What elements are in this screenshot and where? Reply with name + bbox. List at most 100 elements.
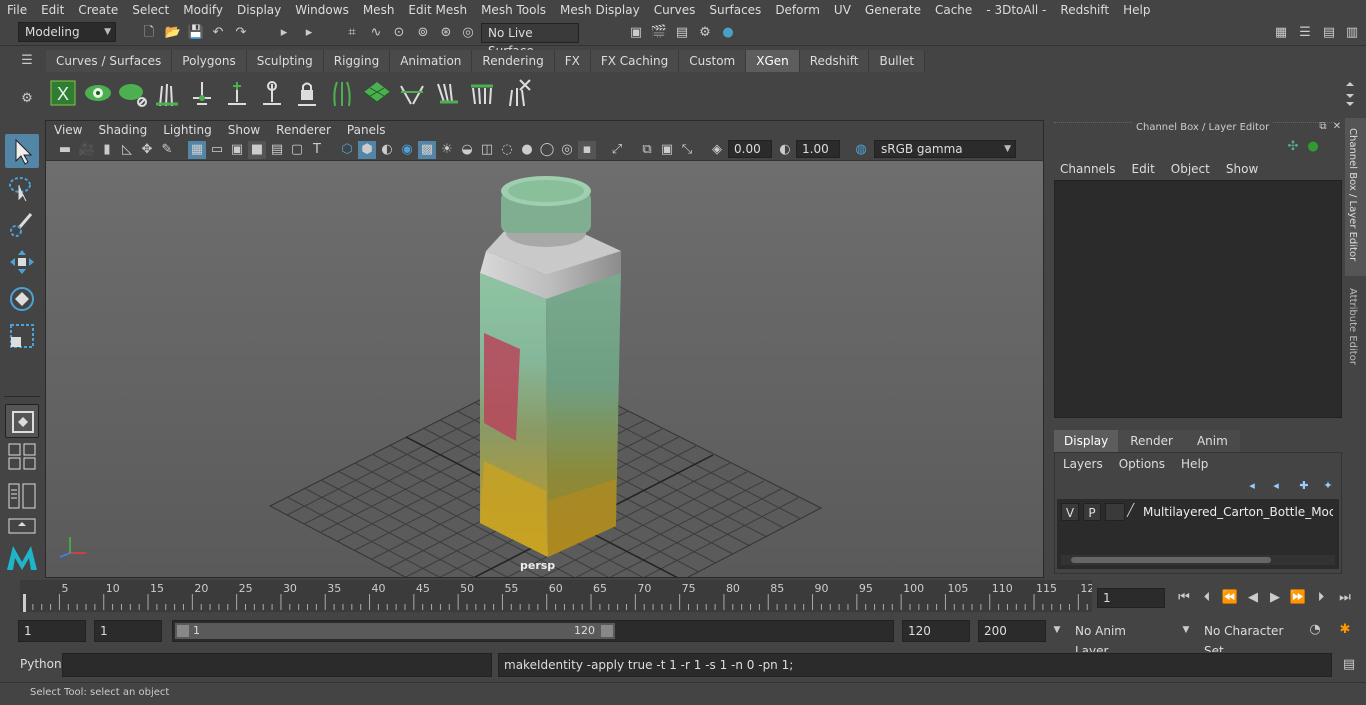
gear-icon[interactable]: ⚙ [18, 90, 36, 108]
paint-select-tool-button[interactable] [5, 208, 39, 242]
menu-redshift[interactable]: Redshift [1053, 0, 1116, 20]
ipr-render-icon[interactable]: ▤ [673, 24, 691, 42]
menu-generate[interactable]: Generate [858, 0, 928, 20]
open-scene-icon[interactable]: 📂 [164, 24, 182, 42]
xgen-mesh-icon[interactable] [362, 78, 392, 108]
channel-box-list[interactable] [1054, 180, 1342, 418]
guides-to-curves-icon[interactable] [327, 78, 357, 108]
snap-grid-icon[interactable]: ⌗ [343, 24, 361, 42]
layer-color-icon[interactable]: ╱ [1127, 503, 1139, 521]
scene-end-field[interactable]: 200 [978, 620, 1046, 642]
tab-attribute-editor[interactable]: Attribute Editor [1345, 280, 1366, 380]
new-scene-icon[interactable]: 🗋 [140, 24, 158, 42]
layer-name[interactable]: Multilayered_Carton_Bottle_Mockup_ [1143, 505, 1333, 519]
menu-mesh-tools[interactable]: Mesh Tools [474, 0, 553, 20]
exposure-field[interactable]: 0.00 [728, 140, 772, 158]
live-surface-field[interactable]: No Live Surface [481, 23, 579, 58]
menu-layers[interactable]: Layers [1063, 457, 1103, 471]
layer-row[interactable]: V P ╱ Multilayered_Carton_Bottle_Mockup_ [1057, 501, 1339, 523]
move-layer-up-icon[interactable]: ◂ [1243, 477, 1261, 495]
range-handle[interactable]: 1 120 [175, 623, 615, 639]
menu-display[interactable]: Display [230, 0, 288, 20]
go-to-end-icon[interactable]: ⏭ [1336, 589, 1354, 607]
vp-menu-show[interactable]: Show [220, 121, 268, 139]
xgen-preview-icon[interactable] [83, 78, 113, 108]
menu-layer-help[interactable]: Help [1181, 457, 1208, 471]
ambient-occlusion-icon[interactable]: ◒ [458, 141, 476, 159]
playback-toggle[interactable]: P [1083, 503, 1101, 521]
lasso-tool-button[interactable] [5, 171, 39, 205]
menu-edit[interactable]: Edit [34, 0, 71, 20]
tab-bullet[interactable]: Bullet [869, 50, 926, 72]
snap-curve-icon[interactable]: ∿ [367, 24, 385, 42]
safe-title-icon[interactable]: T [308, 141, 326, 159]
frame-selected-icon[interactable]: ⤡ [678, 141, 696, 159]
isolate-icon[interactable]: ◯ [538, 141, 556, 159]
grid-icon[interactable]: ▦ [188, 141, 206, 159]
snap-view-icon[interactable]: ⊚ [414, 24, 432, 42]
undo-icon[interactable]: ↶ [209, 24, 227, 42]
tab-rendering[interactable]: Rendering [472, 50, 555, 72]
move-layer-down-icon[interactable]: ◂ [1267, 477, 1285, 495]
auto-key-icon[interactable]: ◔ [1306, 621, 1324, 639]
tab-channel-box[interactable]: Channel Box / Layer Editor [1345, 118, 1366, 276]
character-set-dropdown[interactable]: No Character Set [1197, 620, 1297, 658]
tab-anim[interactable]: Anim [1184, 430, 1240, 452]
resolution-gate-icon[interactable]: ▣ [228, 141, 246, 159]
collapse-arrow-icon[interactable]: ▸ [300, 24, 318, 42]
snap-point-icon[interactable]: ⊙ [390, 24, 408, 42]
chevron-down-icon[interactable]: ▼ [1048, 621, 1066, 639]
outliner-layout-button[interactable] [5, 482, 39, 512]
workspace-icon[interactable]: ▦ [1272, 24, 1290, 42]
wireframe-icon[interactable]: ⬡ [338, 141, 356, 159]
vp-menu-panels[interactable]: Panels [339, 121, 394, 139]
menu-mesh-display[interactable]: Mesh Display [553, 0, 647, 20]
groom-brush-icon[interactable] [397, 78, 427, 108]
new-layer-selected-icon[interactable]: ✦ [1319, 477, 1337, 495]
carton-bottle-model[interactable] [480, 176, 621, 557]
select-tool-button[interactable] [5, 134, 39, 168]
menu-cb-edit[interactable]: Edit [1132, 162, 1155, 176]
menu-cache[interactable]: Cache [928, 0, 979, 20]
layout-icon[interactable]: ☰ [1296, 24, 1314, 42]
lock-guide-icon[interactable] [292, 78, 322, 108]
tab-rigging[interactable]: Rigging [323, 50, 391, 72]
playback-end-field[interactable]: 120 [902, 620, 970, 642]
save-scene-icon[interactable]: 💾 [187, 24, 205, 42]
shadows-icon[interactable]: ☀ [438, 141, 456, 159]
vp-menu-lighting[interactable]: Lighting [155, 121, 220, 139]
delete-groom-icon[interactable] [502, 78, 532, 108]
visibility-toggle[interactable]: V [1061, 503, 1079, 521]
frame-all-icon[interactable]: ▣ [658, 141, 676, 159]
use-lights-icon[interactable]: ▩ [418, 141, 436, 159]
play-forward-icon[interactable]: ▶ [1266, 589, 1284, 607]
menu-uv[interactable]: UV [827, 0, 858, 20]
bookmark-icon[interactable]: ▮ [98, 141, 116, 159]
gate-mask-icon[interactable]: ■ [248, 141, 266, 159]
snap-surface-icon[interactable]: ⊛ [437, 24, 455, 42]
menu-surfaces[interactable]: Surfaces [702, 0, 768, 20]
next-key-icon[interactable]: ⏩ [1289, 589, 1307, 607]
tab-fx[interactable]: FX [554, 50, 591, 72]
tab-custom[interactable]: Custom [679, 50, 747, 72]
menu-options[interactable]: Options [1119, 457, 1165, 471]
scale-tool-button[interactable] [5, 319, 39, 353]
chevron-down-icon[interactable]: ▼ [1177, 621, 1195, 639]
current-frame-field[interactable]: 1 [1097, 588, 1165, 608]
new-layer-icon[interactable]: ✚ [1295, 477, 1313, 495]
cut-brush-icon[interactable] [467, 78, 497, 108]
close-icon[interactable]: ✕ [1328, 118, 1346, 136]
menu-3dtoall[interactable]: - 3DtoAll - [979, 0, 1053, 20]
menu-channels[interactable]: Channels [1060, 162, 1116, 176]
channel-toggle-icon[interactable]: ▥ [1343, 24, 1361, 42]
persp-layout-button[interactable] [5, 516, 39, 536]
scrollbar-thumb[interactable] [1071, 557, 1271, 563]
select-guide-icon[interactable] [257, 78, 287, 108]
menu-windows[interactable]: Windows [288, 0, 356, 20]
menu-mesh[interactable]: Mesh [356, 0, 402, 20]
textured-icon[interactable]: ◉ [398, 141, 416, 159]
range-start-grip[interactable] [177, 625, 189, 637]
viewport-3d[interactable]: persp [46, 161, 1043, 652]
range-end-grip[interactable] [601, 625, 613, 637]
tab-redshift[interactable]: Redshift [799, 50, 870, 72]
